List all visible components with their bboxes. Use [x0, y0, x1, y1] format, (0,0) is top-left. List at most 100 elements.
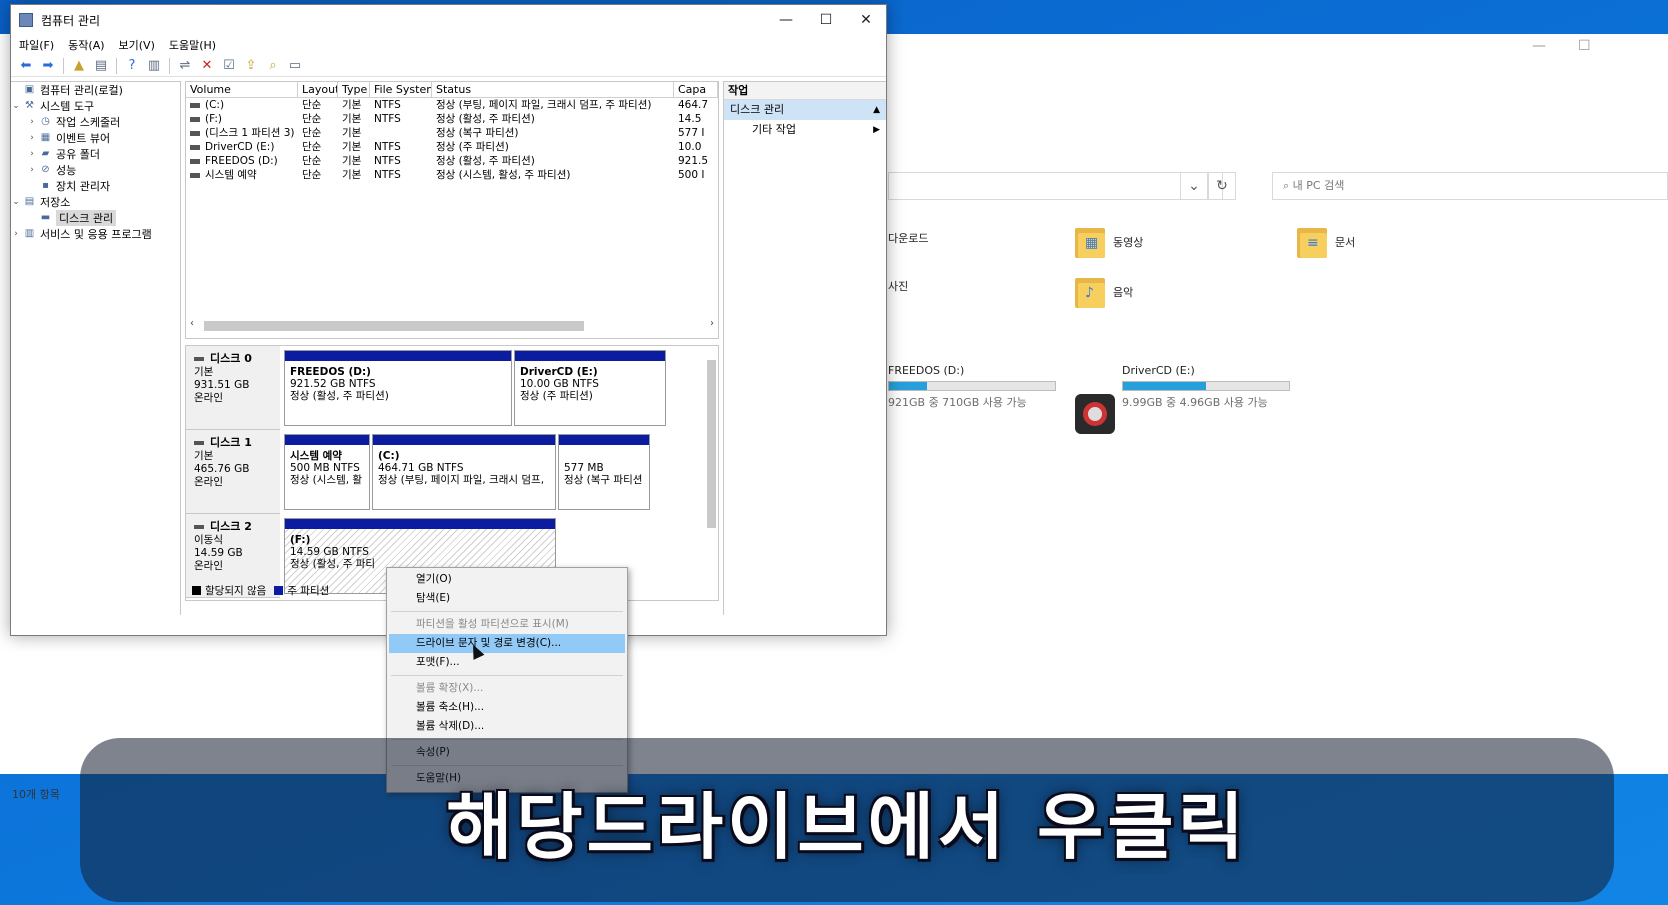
- scroll-thumb[interactable]: [204, 321, 584, 331]
- folder-documents[interactable]: ≡ 문서: [1297, 224, 1355, 260]
- context-menu-item[interactable]: 포맷(F)...: [389, 653, 625, 672]
- context-menu-item[interactable]: 열기(O): [389, 570, 625, 589]
- col-type[interactable]: Type: [338, 82, 370, 97]
- check-icon[interactable]: ☑: [220, 58, 238, 74]
- disk-state: 온라인: [194, 476, 223, 488]
- tree-event-viewer[interactable]: › ▦ 이벤트 뷰어: [11, 130, 180, 146]
- context-menu-item[interactable]: 볼륨 삭제(D)...: [389, 717, 625, 736]
- table-cell: 기본: [338, 140, 370, 154]
- delete-icon[interactable]: ✕: [198, 58, 216, 74]
- tree-shared-folders[interactable]: › ▰ 공유 폴더: [11, 146, 180, 162]
- chevron-down-icon[interactable]: ⌄: [11, 101, 21, 111]
- chevron-right-icon[interactable]: ›: [27, 133, 37, 143]
- chevron-right-icon[interactable]: ›: [11, 229, 21, 239]
- disk-info[interactable]: 디스크 1 기본 465.76 GB 온라인: [186, 430, 280, 514]
- table-row[interactable]: 시스템 예약 단순 기본 NTFS 정상 (시스템, 활성, 주 파티션) 500 I: [186, 168, 718, 182]
- tree-services[interactable]: › ▥ 서비스 및 응용 프로그램: [11, 226, 180, 242]
- search-folder-icon[interactable]: ⌕: [264, 58, 282, 74]
- cell-text: 14.5: [678, 113, 702, 125]
- export-icon[interactable]: ⇪: [242, 58, 260, 74]
- partition-title: (F:): [290, 534, 311, 546]
- forward-arrow-icon[interactable]: ➡: [39, 58, 57, 74]
- item-count-status: 10개 항목: [12, 788, 60, 801]
- actions-more[interactable]: 기타 작업 ▶: [724, 120, 886, 140]
- actions-section-disk-management[interactable]: 디스크 관리 ▲: [724, 100, 886, 120]
- chevron-right-icon[interactable]: ›: [27, 165, 37, 175]
- folder-pictures[interactable]: 사진: [888, 278, 908, 294]
- table-row[interactable]: (F:) 단순 기본 NTFS 정상 (활성, 주 파티션) 14.5: [186, 112, 718, 126]
- table-cell: FREEDOS (D:): [186, 154, 298, 168]
- tree-task-scheduler[interactable]: › ◷ 작업 스케줄러: [11, 114, 180, 130]
- partition-c[interactable]: (C:) 464.71 GB NTFS 정상 (부팅, 페이지 파일, 크래시 덤프…: [372, 434, 556, 510]
- minimize-button[interactable]: —: [766, 5, 806, 35]
- partition-recovery[interactable]: 577 MB 정상 (복구 파티션: [558, 434, 650, 510]
- cell-text: DriverCD (E:): [205, 141, 275, 153]
- table-row[interactable]: (디스크 1 파티션 3) 단순 기본 정상 (복구 파티션) 577 I: [186, 126, 718, 140]
- horizontal-scrollbar[interactable]: ‹ ›: [190, 318, 714, 332]
- tree-performance[interactable]: › ⊘ 성능: [11, 162, 180, 178]
- maximize-button[interactable]: ☐: [806, 5, 846, 35]
- context-menu-item[interactable]: 탐색(E): [389, 589, 625, 608]
- partition-freedos[interactable]: FREEDOS (D:) 921.52 GB NTFS 정상 (활성, 주 파티션): [284, 350, 512, 426]
- vertical-scrollbar[interactable]: [704, 346, 718, 582]
- tree-disk-management[interactable]: ▬ 디스크 관리: [11, 210, 180, 226]
- scroll-thumb[interactable]: [707, 360, 716, 528]
- tree-root[interactable]: ▣ 컴퓨터 관리(로컬): [11, 82, 180, 98]
- refresh-icon[interactable]: ↻: [1208, 172, 1236, 200]
- col-volume[interactable]: Volume: [186, 82, 298, 97]
- folder-videos[interactable]: ▦ 동영상: [1075, 224, 1143, 260]
- disk-0[interactable]: 디스크 0 기본 931.51 GB 온라인 FREEDOS (D:) 921.5…: [186, 346, 704, 430]
- col-file-system[interactable]: File System: [370, 82, 432, 97]
- collapse-icon[interactable]: ▲: [873, 100, 880, 120]
- up-folder-icon[interactable]: ▲: [70, 58, 88, 74]
- menu-file[interactable]: 파일(F): [19, 37, 54, 53]
- address-bar[interactable]: [888, 172, 1223, 200]
- title-bar[interactable]: 컴퓨터 관리 — ☐ ✕: [11, 5, 886, 35]
- menu-view[interactable]: 보기(V): [119, 37, 155, 53]
- maximize-icon[interactable]: ☐: [1578, 38, 1591, 54]
- chevron-down-icon[interactable]: ⌄: [1180, 172, 1208, 200]
- folder-label: 문서: [1335, 236, 1356, 249]
- back-arrow-icon[interactable]: ⬅: [17, 58, 35, 74]
- table-row[interactable]: DriverCD (E:) 단순 기본 NTFS 정상 (주 파티션) 10.0: [186, 140, 718, 154]
- close-button[interactable]: ✕: [846, 5, 886, 35]
- partition-drivercd[interactable]: DriverCD (E:) 10.00 GB NTFS 정상 (주 파티션): [514, 350, 666, 426]
- tree-storage[interactable]: ⌄ ▤ 저장소: [11, 194, 180, 210]
- help-icon[interactable]: ?: [123, 58, 141, 74]
- col-capacity[interactable]: Capa: [674, 82, 718, 97]
- table-row[interactable]: FREEDOS (D:) 단순 기본 NTFS 정상 (활성, 주 파티션) 921.5: [186, 154, 718, 168]
- drive-usage-fill: [1123, 382, 1206, 390]
- col-status[interactable]: Status: [432, 82, 674, 97]
- disk-icon: [194, 525, 204, 529]
- drive-tile-freedos[interactable]: FREEDOS (D:) 921GB 중 710GB 사용 가능: [888, 364, 1056, 410]
- folder-music[interactable]: ♪ 음악: [1075, 274, 1133, 310]
- menu-help[interactable]: 도움말(H): [169, 37, 216, 53]
- chevron-down-icon[interactable]: ⌄: [11, 197, 21, 207]
- partition-status: 정상 (활성, 주 파티션): [290, 390, 389, 402]
- disk-icon: ▬: [40, 212, 51, 223]
- properties-icon[interactable]: ▭: [286, 58, 304, 74]
- scroll-right-icon[interactable]: ›: [710, 318, 714, 329]
- context-menu-item[interactable]: 볼륨 축소(H)...: [389, 698, 625, 717]
- search-input[interactable]: ⌕ 내 PC 검색: [1272, 172, 1668, 200]
- folder-icon: ≡: [1297, 224, 1327, 260]
- partition-system-reserved[interactable]: 시스템 예약 500 MB NTFS 정상 (시스템, 활: [284, 434, 370, 510]
- connect-icon[interactable]: ⇌: [176, 58, 194, 74]
- chevron-right-icon[interactable]: ›: [27, 117, 37, 127]
- minimize-icon[interactable]: —: [1532, 38, 1546, 54]
- tree-system-tools[interactable]: ⌄ ⚒ 시스템 도구: [11, 98, 180, 114]
- table-row[interactable]: (C:) 단순 기본 NTFS 정상 (부팅, 페이지 파일, 크래시 덤프, 주 파티…: [186, 98, 718, 112]
- tree-device-manager[interactable]: ▪ 장치 관리자: [11, 178, 180, 194]
- col-layout[interactable]: Layout: [298, 82, 338, 97]
- context-menu-item[interactable]: 드라이브 문자 및 경로 변경(C)...: [389, 634, 625, 653]
- disk-1[interactable]: 디스크 1 기본 465.76 GB 온라인 시스템 예약 500 MB NTFS…: [186, 430, 704, 514]
- table-cell: 577 I: [674, 126, 718, 140]
- disk-info[interactable]: 디스크 0 기본 931.51 GB 온라인: [186, 346, 280, 430]
- chevron-right-icon[interactable]: ›: [27, 149, 37, 159]
- scroll-left-icon[interactable]: ‹: [190, 318, 194, 329]
- menu-action[interactable]: 동작(A): [68, 37, 104, 53]
- show-hide-tree-icon[interactable]: ▤: [92, 58, 110, 74]
- drive-tile-drivercd[interactable]: DriverCD (E:) 9.99GB 중 4.96GB 사용 가능: [1122, 364, 1290, 410]
- folder-downloads[interactable]: 다운로드: [888, 230, 928, 246]
- view-icon[interactable]: ▥: [145, 58, 163, 74]
